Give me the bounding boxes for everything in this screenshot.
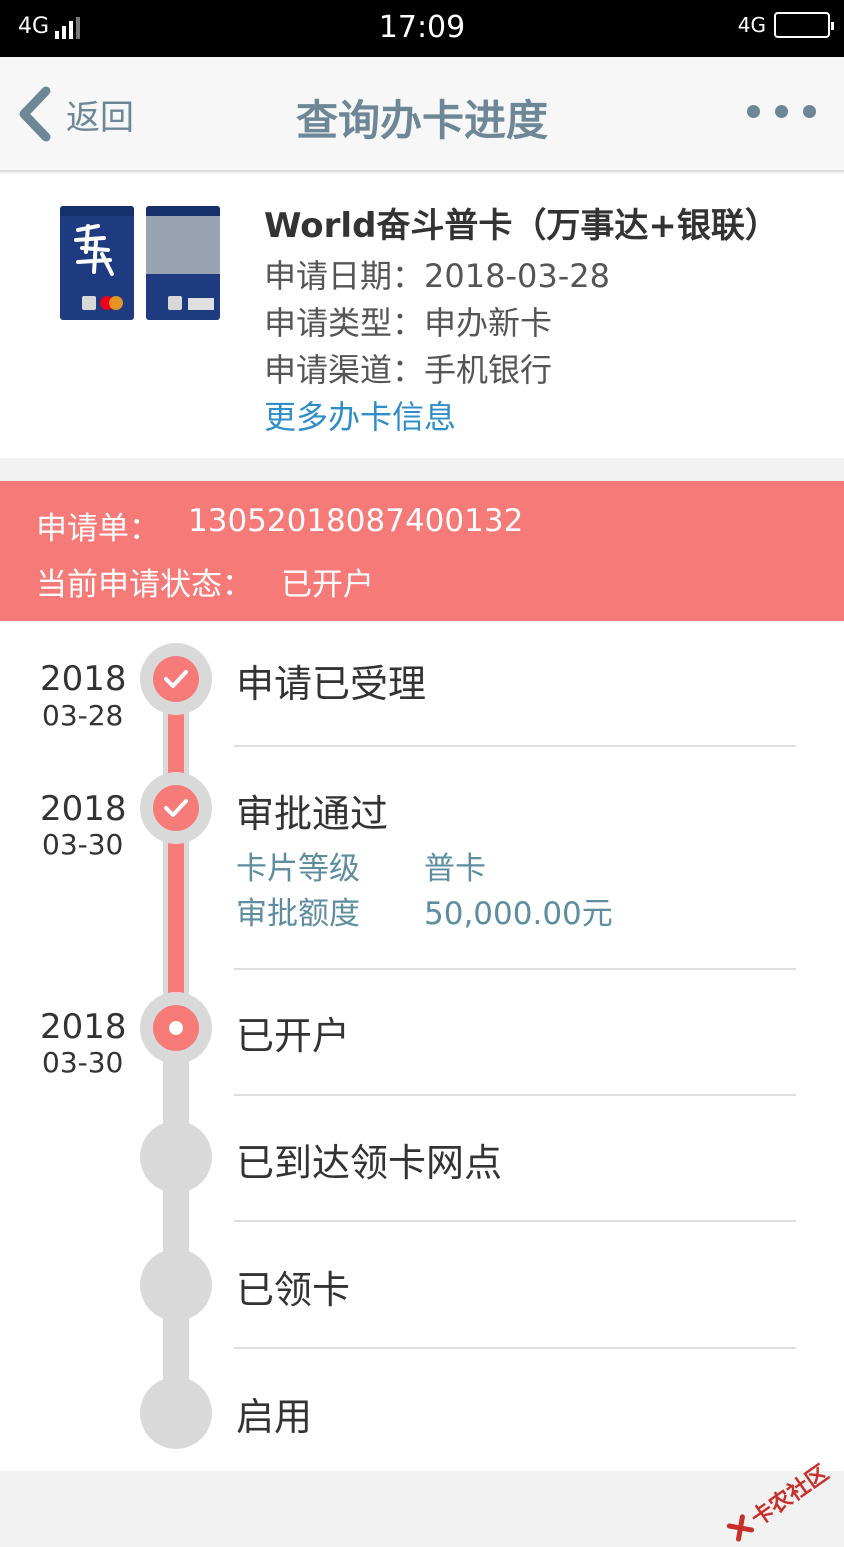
- card-level-label: 卡片等级: [236, 843, 360, 888]
- order-number: 13052018087400132: [188, 503, 523, 548]
- status-banner: 申请单： 13052018087400132 当前申请状态： 已开户: [0, 481, 844, 621]
- step-title: 启用: [236, 1386, 312, 1441]
- card-details: World奋斗普卡（万事达+银联） 申请日期：2018-03-28 申请类型：申…: [264, 198, 779, 441]
- step-date: 03-28: [42, 699, 123, 732]
- apply-date-value: 2018-03-28: [424, 257, 610, 295]
- step-year: 2018: [40, 659, 127, 699]
- apply-date-row: 申请日期：2018-03-28: [264, 253, 779, 300]
- step-year: 2018: [40, 789, 127, 829]
- step-title: 审批通过: [236, 783, 388, 838]
- step-node-current: [140, 992, 212, 1064]
- network-type-right: 4G: [738, 15, 766, 35]
- step-date: 03-30: [42, 828, 123, 861]
- step-year: 2018: [40, 1007, 127, 1047]
- apply-channel-label: 申请渠道：: [264, 351, 424, 389]
- current-dot-icon: [169, 1021, 183, 1035]
- credit-limit-value: 50,000.00元: [424, 888, 613, 933]
- card-back-image: [146, 206, 220, 320]
- check-icon: [162, 668, 190, 690]
- step-node-done: [140, 772, 212, 844]
- page-title: 查询办卡进度: [0, 87, 844, 148]
- more-menu-icon[interactable]: [732, 105, 816, 118]
- timeline-progress: [168, 679, 184, 1029]
- apply-type-row: 申请类型：申办新卡: [264, 300, 779, 347]
- mastercard-logo-icon: [100, 296, 124, 310]
- apply-type-value: 申办新卡: [424, 304, 552, 342]
- credit-limit-label: 审批额度: [236, 888, 360, 933]
- status-row: 当前申请状态： 已开户: [36, 559, 374, 604]
- nav-bar: 返回 查询办卡进度: [0, 57, 844, 172]
- calligraphy-art: [68, 222, 122, 278]
- status-right: 4G: [738, 12, 830, 38]
- step-date: 03-30: [42, 1046, 123, 1079]
- status-value: 已开户: [281, 559, 374, 604]
- status-bar: 4G 17:09 4G: [0, 0, 844, 57]
- card-name: World奋斗普卡（万事达+银联）: [264, 198, 779, 247]
- status-time: 17:09: [0, 10, 844, 45]
- order-row: 申请单： 13052018087400132: [36, 503, 523, 548]
- footer-spacer: [0, 1471, 844, 1500]
- step-node-pending: [140, 1249, 212, 1321]
- step-divider: [234, 1094, 796, 1096]
- apply-channel-row: 申请渠道：手机银行: [264, 347, 779, 394]
- apply-date-label: 申请日期：: [264, 257, 424, 295]
- step-title: 已到达领卡网点: [236, 1132, 502, 1187]
- more-card-info-link[interactable]: 更多办卡信息: [264, 394, 779, 441]
- step-divider: [234, 745, 796, 747]
- step-node-done: [140, 643, 212, 715]
- step-divider: [234, 1347, 796, 1349]
- card-front-image: [60, 206, 134, 320]
- step-divider: [234, 1220, 796, 1222]
- step-title: 已开户: [236, 1005, 350, 1060]
- apply-channel-value: 手机银行: [424, 351, 552, 389]
- step-divider: [234, 968, 796, 970]
- apply-type-label: 申请类型：: [264, 304, 424, 342]
- status-label: 当前申请状态：: [36, 559, 253, 604]
- step-title: 已领卡: [236, 1259, 350, 1314]
- card-level-value: 普卡: [424, 843, 486, 888]
- unionpay-logo-icon: [188, 298, 214, 310]
- step-node-pending: [140, 1121, 212, 1193]
- step-node-pending: [140, 1377, 212, 1449]
- battery-icon: [774, 12, 830, 38]
- progress-timeline: 2018 03-28 申请已受理 2018 03-30 审批通过 卡片等级 普卡…: [0, 621, 844, 1471]
- check-icon: [162, 797, 190, 819]
- card-info-panel: World奋斗普卡（万事达+银联） 申请日期：2018-03-28 申请类型：申…: [0, 174, 844, 458]
- order-label: 申请单：: [36, 503, 160, 548]
- step-title: 申请已受理: [236, 653, 426, 708]
